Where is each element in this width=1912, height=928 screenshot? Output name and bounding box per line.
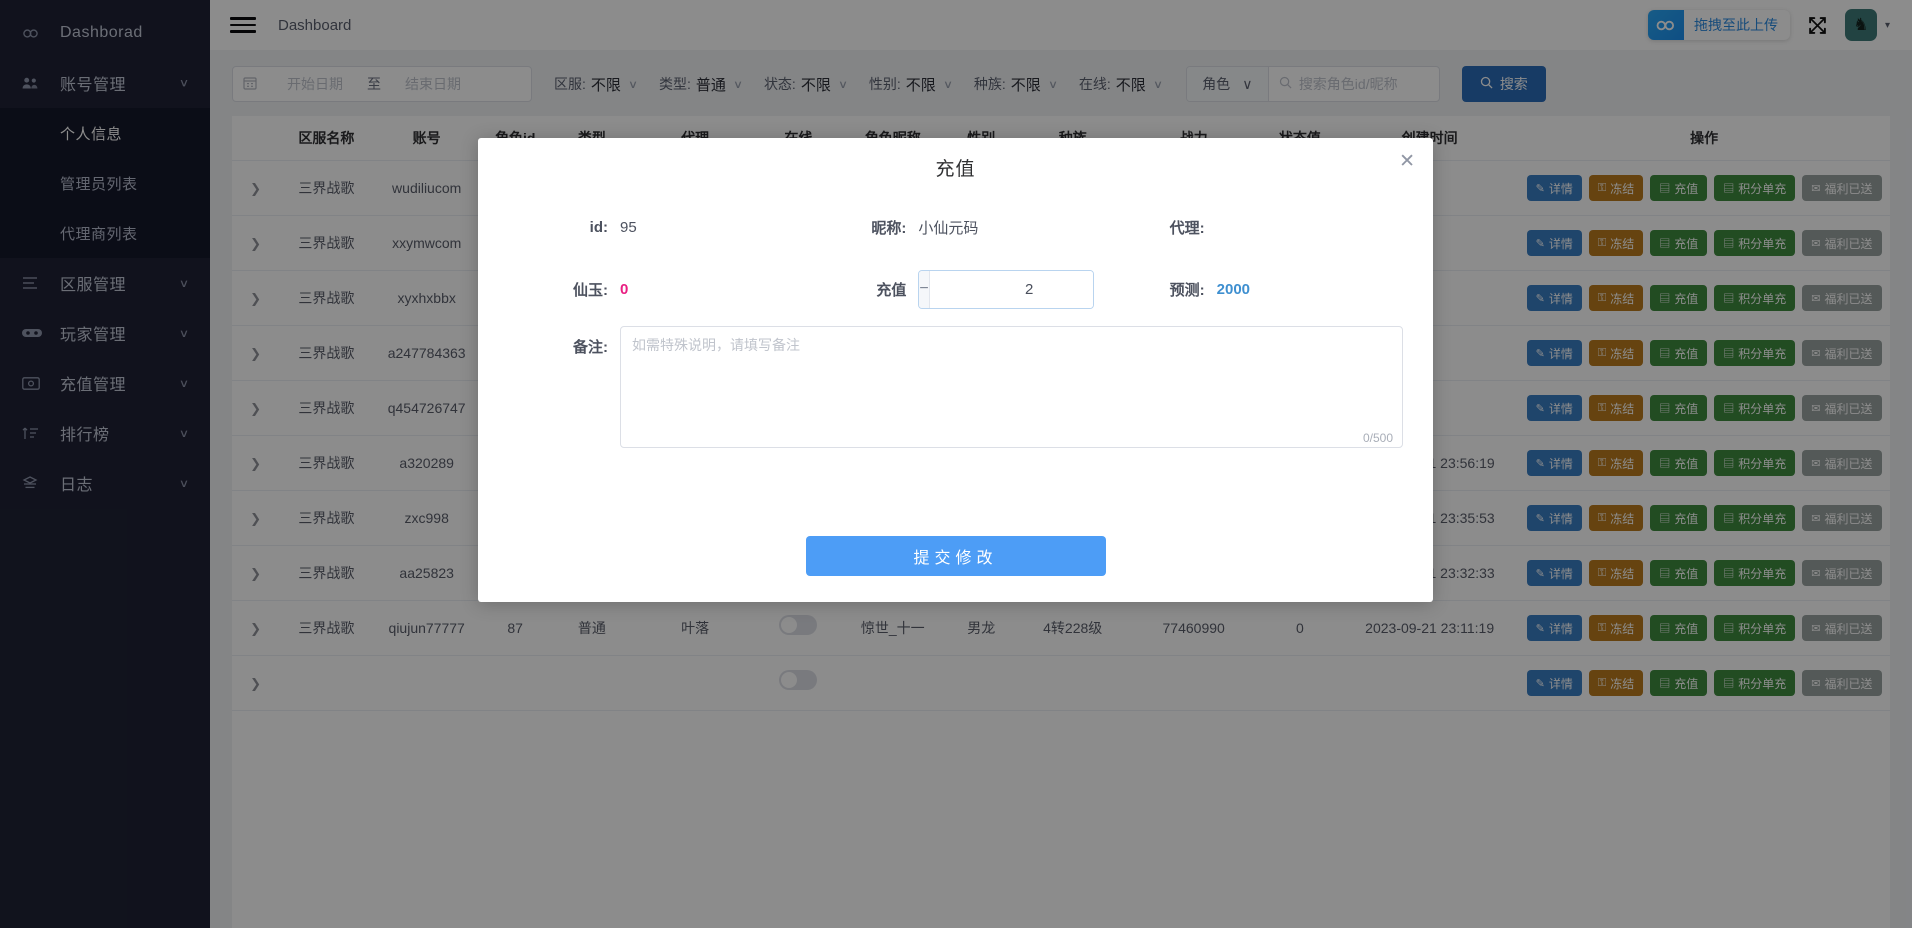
field-recharge: 充值 − + bbox=[806, 269, 1104, 309]
field-note-label: 备注: bbox=[573, 339, 608, 356]
field-nickname-label: 昵称: bbox=[871, 219, 907, 237]
modal-recharge-row: 仙玉: 0 充值 − + 预测: 2000 bbox=[508, 258, 1403, 320]
field-nickname-value: 小仙元码 bbox=[918, 219, 979, 237]
close-icon[interactable]: ✕ bbox=[1399, 152, 1415, 171]
note-textarea[interactable] bbox=[620, 326, 1403, 448]
modal-footer: 提交修改 bbox=[478, 520, 1433, 602]
recharge-amount-input[interactable] bbox=[929, 270, 1094, 308]
submit-button[interactable]: 提交修改 bbox=[805, 536, 1106, 576]
note-textarea-wrap: 0/500 bbox=[620, 326, 1403, 453]
field-forecast-value: 2000 bbox=[1216, 280, 1251, 298]
field-id: id: 95 bbox=[508, 219, 806, 236]
recharge-modal: 充值 ✕ id: 95 昵称: 小仙元码 代理: 仙玉: 0 充值 − 2 预测… bbox=[478, 138, 1433, 602]
field-forecast-label: 预测: bbox=[1169, 281, 1205, 299]
field-forecast: 预测: 2000 bbox=[1105, 279, 1403, 300]
note-char-counter: 0/500 bbox=[1362, 431, 1393, 445]
field-xianyu-value: 0 bbox=[620, 280, 629, 298]
modal-header: 充值 ✕ bbox=[478, 138, 1433, 196]
field-id-label: id: bbox=[589, 218, 608, 236]
field-recharge-label: 充值 bbox=[876, 281, 907, 299]
modal-title: 充值 bbox=[935, 158, 976, 180]
field-xianyu-label: 仙玉: bbox=[573, 281, 608, 299]
recharge-stepper[interactable]: − + bbox=[918, 269, 1095, 309]
field-nickname: 昵称: 小仙元码 bbox=[806, 217, 1104, 238]
field-agent-label: 代理: bbox=[1169, 219, 1205, 237]
modal-body: id: 95 昵称: 小仙元码 代理: 仙玉: 0 充值 − 2 预测: 200… bbox=[478, 196, 1433, 520]
field-agent: 代理: bbox=[1105, 217, 1403, 238]
modal-info-row: id: 95 昵称: 小仙元码 代理: bbox=[508, 196, 1403, 258]
minus-icon[interactable]: − bbox=[919, 270, 930, 308]
app-root: Dashborad 账号管理 ∧ 个人信息 管理员列表 代理商列表 区服管理 ∨… bbox=[0, 0, 1912, 928]
field-id-value: 95 bbox=[620, 218, 637, 236]
field-xianyu: 仙玉: 0 bbox=[508, 279, 806, 300]
modal-note-row: 备注: 0/500 bbox=[508, 320, 1403, 453]
